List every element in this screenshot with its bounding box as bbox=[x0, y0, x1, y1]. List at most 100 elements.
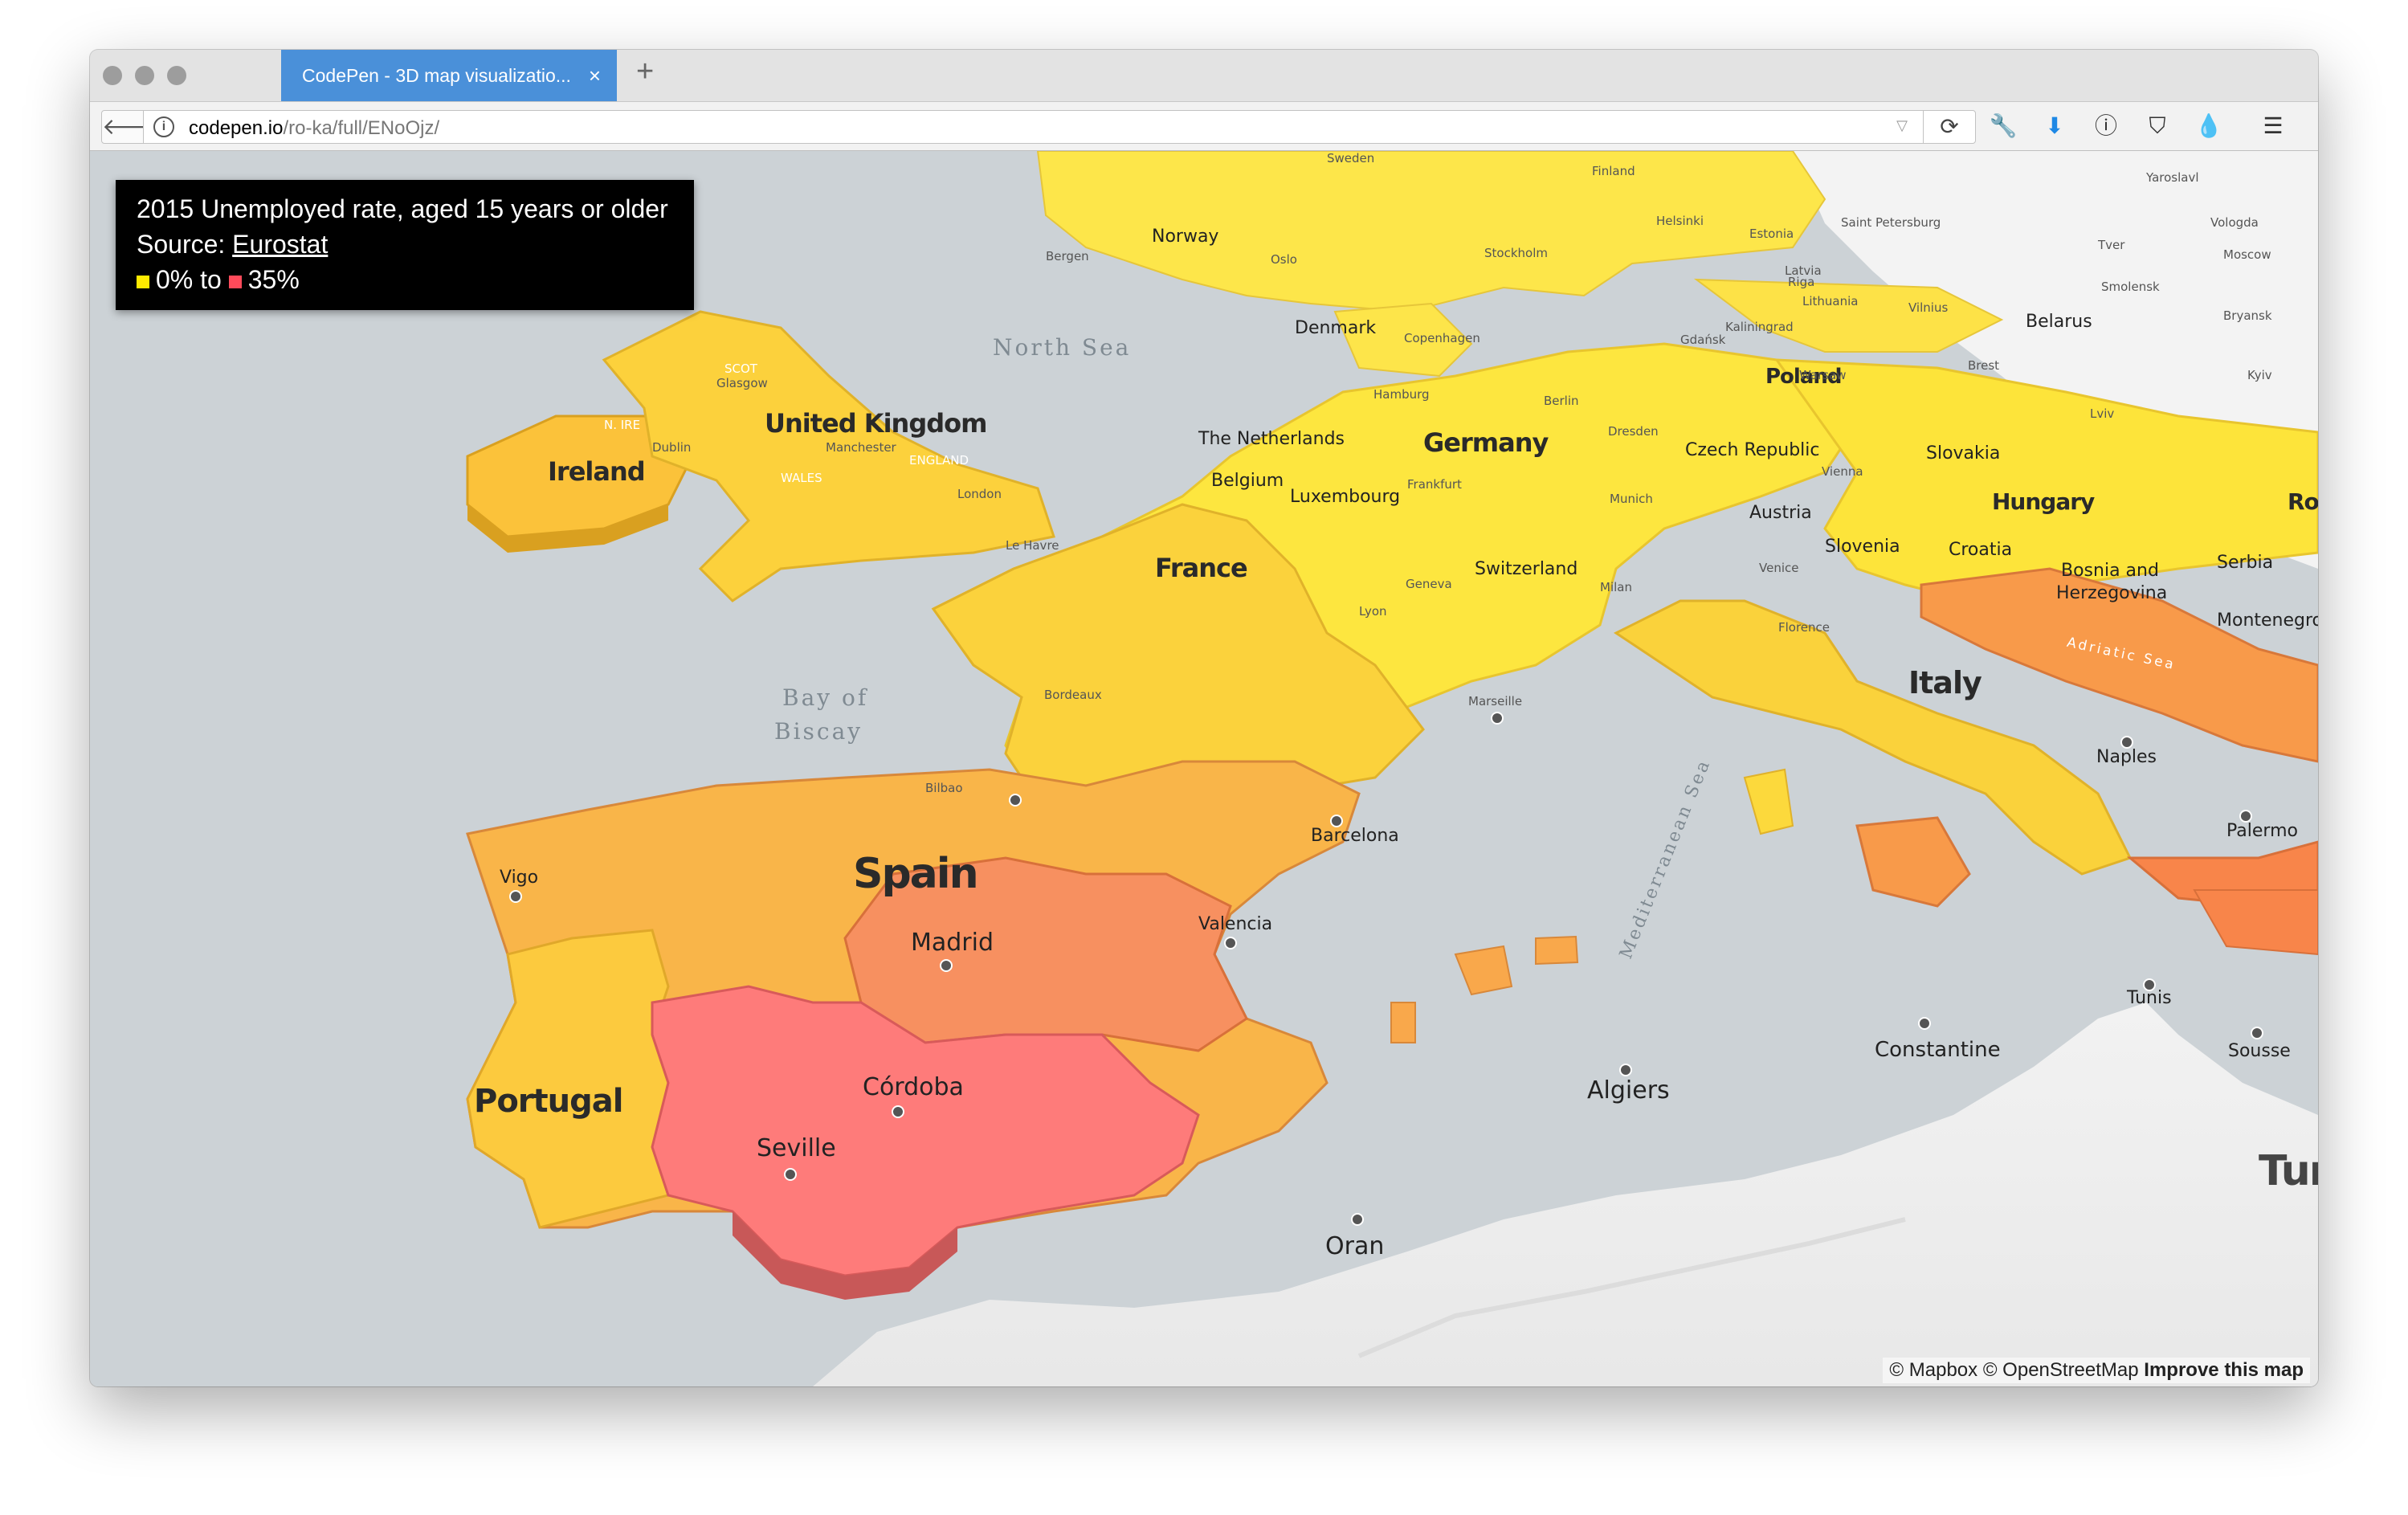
label-italy: Italy bbox=[1908, 665, 1982, 700]
attribution-osm[interactable]: © OpenStreetMap bbox=[1983, 1359, 2139, 1381]
label-hamburg: Hamburg bbox=[1373, 387, 1430, 402]
wrench-icon[interactable]: 🔧 bbox=[1989, 112, 2018, 141]
balearic-shape bbox=[1454, 945, 1513, 996]
label-denmark: Denmark bbox=[1295, 318, 1377, 338]
label-north-sea: North Sea bbox=[993, 334, 1132, 361]
label-portugal: Portugal bbox=[474, 1083, 623, 1120]
label-palermo: Palermo bbox=[2226, 821, 2298, 841]
back-button[interactable]: 🡐 bbox=[101, 110, 162, 144]
label-venice: Venice bbox=[1759, 561, 1799, 575]
label-bosnia-line2: Herzegovina bbox=[2056, 583, 2168, 603]
label-smolensk: Smolensk bbox=[2101, 280, 2160, 294]
label-vienna: Vienna bbox=[1822, 464, 1863, 479]
label-brest: Brest bbox=[1968, 358, 2000, 373]
label-vilnius: Vilnius bbox=[1908, 300, 1949, 315]
legend-min: 0% to bbox=[156, 265, 222, 294]
label-cordoba: Córdoba bbox=[863, 1073, 964, 1101]
minimize-window-button[interactable] bbox=[135, 66, 154, 85]
label-dresden: Dresden bbox=[1608, 424, 1659, 439]
url-path: /ro-ka/full/ENoOjz/ bbox=[283, 117, 440, 139]
label-slovakia: Slovakia bbox=[1926, 443, 2001, 463]
url-dropdown-icon[interactable]: ▽ bbox=[1896, 117, 1908, 134]
label-czech: Czech Republic bbox=[1685, 440, 1820, 460]
close-window-button[interactable] bbox=[103, 66, 122, 85]
label-berlin: Berlin bbox=[1544, 394, 1579, 408]
onepassword-icon[interactable]: ⓘ bbox=[2092, 112, 2120, 141]
dot-valencia bbox=[1224, 937, 1237, 949]
label-bryansk: Bryansk bbox=[2223, 308, 2272, 323]
eurostat-link[interactable]: Eurostat bbox=[232, 230, 328, 259]
portugal-shape bbox=[466, 929, 670, 1229]
label-seville: Seville bbox=[757, 1134, 836, 1162]
label-riga: Riga bbox=[1788, 275, 1815, 289]
label-austria: Austria bbox=[1749, 503, 1812, 523]
zoom-window-button[interactable] bbox=[167, 66, 186, 85]
label-saint-petersburg: Saint Petersburg bbox=[1841, 215, 1941, 230]
label-montenegro: Montenegro bbox=[2217, 610, 2318, 631]
label-belarus: Belarus bbox=[2026, 312, 2092, 332]
label-romania: Ror bbox=[2288, 488, 2318, 515]
label-wales: WALES bbox=[781, 471, 822, 485]
dot-seville bbox=[784, 1168, 797, 1181]
dot-algiers bbox=[1619, 1064, 1632, 1076]
label-bergen: Bergen bbox=[1046, 249, 1089, 263]
map-shapes bbox=[466, 151, 2318, 1386]
label-kyiv: Kyiv bbox=[2247, 368, 2272, 382]
dot-bilbao bbox=[1009, 794, 1022, 807]
dot-palermo bbox=[2239, 810, 2252, 823]
label-frankfurt: Frankfurt bbox=[1407, 477, 1462, 492]
dot-oran bbox=[1351, 1213, 1364, 1226]
address-bar[interactable]: i codepen.io/ro-ka/full/ENoOjz/ ▽ ⟳ bbox=[143, 110, 1976, 144]
new-tab-button[interactable]: + bbox=[636, 55, 654, 89]
label-ireland: Ireland bbox=[548, 456, 646, 487]
label-glasgow: Glasgow bbox=[716, 376, 768, 390]
drop-icon[interactable]: 💧 bbox=[2194, 112, 2223, 141]
map-attribution: © Mapbox © OpenStreetMap Improve this ma… bbox=[1883, 1358, 2310, 1383]
label-tunisia: Tur bbox=[2259, 1147, 2318, 1195]
download-icon[interactable]: ⬇ bbox=[2040, 112, 2069, 141]
attribution-mapbox[interactable]: © Mapbox bbox=[1889, 1359, 1977, 1381]
label-netherlands: The Netherlands bbox=[1198, 429, 1345, 449]
label-marseille: Marseille bbox=[1468, 694, 1523, 708]
label-lithuania: Lithuania bbox=[1802, 294, 1859, 308]
label-croatia: Croatia bbox=[1949, 540, 2013, 560]
improve-map-link[interactable]: Improve this map bbox=[2144, 1359, 2304, 1381]
label-warsaw: Warsaw bbox=[1799, 368, 1847, 382]
label-germany: Germany bbox=[1423, 427, 1549, 458]
label-sousse: Sousse bbox=[2228, 1041, 2291, 1061]
tab-codepen[interactable]: CodePen - 3D map visualizatio... × bbox=[281, 50, 617, 101]
label-tver: Tver bbox=[2098, 238, 2125, 252]
dot-madrid bbox=[940, 959, 953, 972]
label-lviv: Lviv bbox=[2090, 406, 2115, 421]
map-legend: 2015 Unemployed rate, aged 15 years or o… bbox=[116, 180, 694, 310]
info-icon[interactable]: i bbox=[153, 116, 174, 137]
label-oslo: Oslo bbox=[1271, 252, 1297, 267]
label-naples: Naples bbox=[2096, 747, 2157, 767]
label-madrid: Madrid bbox=[911, 929, 994, 957]
label-bordeaux: Bordeaux bbox=[1044, 688, 1102, 702]
dot-vigo bbox=[509, 890, 522, 903]
map-canvas[interactable]: 2015 Unemployed rate, aged 15 years or o… bbox=[90, 151, 2318, 1386]
ublock-icon[interactable]: ⛉ bbox=[2143, 112, 2172, 141]
label-hungary: Hungary bbox=[1992, 488, 2095, 515]
url-text[interactable]: codepen.io/ro-ka/full/ENoOjz/ bbox=[189, 117, 439, 140]
dot-sousse bbox=[2251, 1027, 2263, 1039]
label-geneva: Geneva bbox=[1406, 577, 1452, 591]
label-sweden: Sweden bbox=[1327, 151, 1375, 165]
legend-title: 2015 Unemployed rate, aged 15 years or o… bbox=[137, 194, 668, 223]
label-luxembourg: Luxembourg bbox=[1290, 487, 1401, 507]
legend-source-label: Source: bbox=[137, 230, 233, 259]
label-bay-of: Bay of bbox=[782, 684, 869, 711]
label-kaliningrad: Kaliningrad bbox=[1725, 320, 1794, 334]
menu-icon[interactable]: ☰ bbox=[2259, 112, 2288, 141]
sicily2-shape bbox=[2193, 889, 2318, 956]
tab-title: CodePen - 3D map visualizatio... bbox=[302, 65, 571, 86]
navigation-bar: 🡐 i codepen.io/ro-ka/full/ENoOjz/ ▽ ⟳ 🔧 … bbox=[90, 102, 2318, 151]
tab-close-icon[interactable]: × bbox=[589, 50, 601, 101]
sardinia-shape bbox=[1743, 768, 1794, 835]
label-algiers: Algiers bbox=[1587, 1076, 1670, 1105]
label-barcelona: Barcelona bbox=[1311, 826, 1399, 846]
reload-icon[interactable]: ⟳ bbox=[1923, 111, 1975, 143]
label-stockholm: Stockholm bbox=[1484, 246, 1548, 260]
dot-marseille bbox=[1491, 712, 1504, 725]
